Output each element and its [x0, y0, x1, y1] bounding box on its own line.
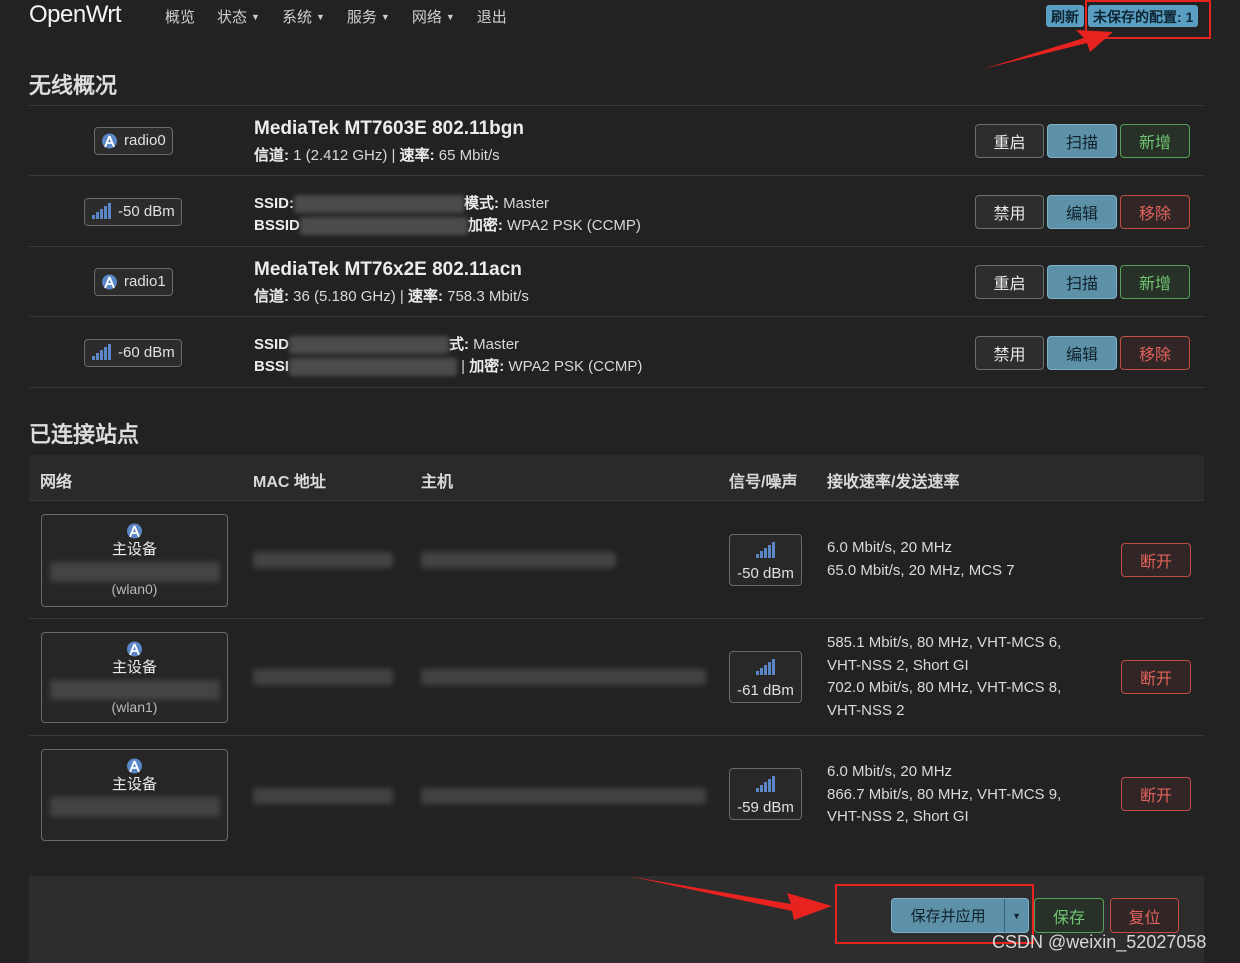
column-header-network: 网络 [40, 474, 73, 491]
radio-row: radio0 MediaTek MT7603E 802.11bgn 信道: 1 … [29, 106, 1204, 176]
disable-button[interactable]: 禁用 [975, 195, 1044, 229]
redacted-ssid [294, 195, 465, 214]
column-header-host: 主机 [421, 474, 454, 491]
edit-button[interactable]: 编辑 [1047, 336, 1117, 370]
rate-info: 585.1 Mbit/s, 80 MHz, VHT-MCS 6, VHT-NSS… [827, 634, 1062, 719]
signal-badge: -50 dBm [84, 197, 182, 226]
restart-button[interactable]: 重启 [975, 265, 1044, 299]
redacted-ssid [49, 680, 220, 700]
menu-network[interactable]: 网络 ▼ [412, 6, 455, 27]
rate-info: 6.0 Mbit/s, 20 MHz 65.0 Mbit/s, 20 MHz, … [827, 539, 1015, 579]
redacted-host [421, 669, 706, 685]
add-button[interactable]: 新增 [1120, 124, 1190, 158]
redacted-ssid [289, 336, 450, 355]
menu-system[interactable]: 系统 ▼ [282, 6, 325, 27]
station-network-badge[interactable]: 主设备 [41, 749, 228, 841]
menu-overview[interactable]: 概览 [165, 6, 195, 27]
wifi-network-row: -60 dBm SSID 式: Master BSSI | 加密: WPA2 PS… [29, 318, 1204, 388]
wifi-radio-icon [127, 523, 142, 539]
signal-badge: -50 dBm [729, 534, 802, 586]
wifi-radio-icon [102, 274, 117, 290]
ssid-line: SSID 式: Master [254, 336, 520, 355]
disconnect-button[interactable]: 断开 [1121, 660, 1191, 694]
radio-title: MediaTek MT7603E 802.11bgn [254, 118, 524, 139]
remove-button[interactable]: 移除 [1120, 336, 1190, 370]
chevron-down-icon: ▼ [445, 12, 455, 22]
redacted-bssid [299, 217, 468, 236]
remove-button[interactable]: 移除 [1120, 195, 1190, 229]
menu-status[interactable]: 状态 ▼ [217, 6, 260, 27]
radio-row: radio1 MediaTek MT76x2E 802.11acn 信道: 36… [29, 247, 1204, 317]
radio-title: MediaTek MT76x2E 802.11acn [254, 259, 522, 280]
station-network-badge[interactable]: 主设备 (wlan0) [41, 514, 228, 607]
redacted-bssid [289, 358, 458, 377]
rate-info: 6.0 Mbit/s, 20 MHz 866.7 Mbit/s, 80 MHz,… [827, 763, 1062, 825]
column-header-mac: MAC 地址 [253, 474, 326, 491]
table-row: 主设备 (wlan1) -61 dBm 585.1 Mbit/s, 80 MHz… [29, 619, 1204, 736]
column-header-rates: 接收速率/发送速率 [827, 474, 960, 491]
radio-badge[interactable]: radio1 [94, 267, 173, 296]
redacted-mac [253, 788, 393, 804]
station-network-badge[interactable]: 主设备 (wlan1) [41, 632, 228, 723]
stations-table-header: 网络 MAC 地址 主机 信号/噪声 接收速率/发送速率 [29, 455, 1204, 501]
redacted-ssid [49, 797, 220, 817]
edit-button[interactable]: 编辑 [1047, 195, 1117, 229]
wifi-network-row: -50 dBm SSID: 模式: Master BSSID 加密: WPA2 PS… [29, 177, 1204, 247]
disable-button[interactable]: 禁用 [975, 336, 1044, 370]
disconnect-button[interactable]: 断开 [1121, 777, 1191, 811]
signal-badge: -60 dBm [84, 338, 182, 367]
scan-button[interactable]: 扫描 [1047, 265, 1117, 299]
restart-button[interactable]: 重启 [975, 124, 1044, 158]
chevron-down-icon: ▼ [315, 12, 325, 22]
chevron-down-icon: ▼ [380, 12, 390, 22]
disconnect-button[interactable]: 断开 [1121, 543, 1191, 577]
signal-badge: -59 dBm [729, 768, 802, 820]
radio-info: 信道: 36 (5.180 GHz) | 速率: 758.3 Mbit/s [254, 288, 529, 305]
add-button[interactable]: 新增 [1120, 265, 1190, 299]
bssid-line: BSSI | 加密: WPA2 PSK (CCMP) [254, 358, 643, 377]
watermark-text: CSDN @weixin_52027058 [992, 932, 1207, 952]
bssid-line: BSSID 加密: WPA2 PSK (CCMP) [254, 217, 641, 236]
column-header-signal: 信号/噪声 [729, 474, 798, 491]
signal-strength-icon [756, 776, 775, 792]
redacted-host [421, 788, 706, 804]
signal-strength-icon [756, 542, 775, 558]
signal-badge: -61 dBm [729, 651, 802, 703]
table-row: 主设备 -59 dBm 6.0 Mbit/s, 20 MHz 866.7 Mbi… [29, 736, 1204, 854]
ssid-line: SSID: 模式: Master [254, 195, 550, 214]
main-menu: 概览 状态 ▼ 系统 ▼ 服务 ▼ 网络 ▼ 退出 [165, 6, 529, 27]
save-button[interactable]: 保存 [1034, 898, 1104, 933]
wifi-radio-icon [102, 133, 117, 149]
refresh-button[interactable]: 刷新 [1046, 5, 1084, 27]
menu-services[interactable]: 服务 ▼ [347, 6, 390, 27]
radio-info: 信道: 1 (2.412 GHz) | 速率: 65 Mbit/s [254, 147, 500, 164]
chevron-down-icon: ▼ [251, 12, 260, 22]
redacted-mac [253, 552, 393, 568]
scan-button[interactable]: 扫描 [1047, 124, 1117, 158]
redacted-mac [253, 669, 393, 685]
signal-strength-icon [756, 659, 775, 675]
highlight-box-unsaved [1085, 0, 1211, 39]
signal-strength-icon [92, 203, 111, 219]
table-row: 主设备 (wlan0) -50 dBm 6.0 Mbit/s, 20 MHz 6… [29, 502, 1204, 619]
radio-badge[interactable]: radio0 [94, 126, 173, 155]
section-title-stations: 已连接站点 [29, 422, 140, 447]
top-navbar: OpenWrt 概览 状态 ▼ 系统 ▼ 服务 ▼ 网络 ▼ 退出 刷新 未保存的配置:… [0, 0, 1240, 36]
redacted-ssid [49, 562, 220, 582]
redacted-host [421, 552, 616, 568]
wifi-radio-icon [127, 641, 142, 657]
wifi-radio-icon [127, 758, 142, 774]
menu-logout[interactable]: 退出 [477, 6, 507, 27]
section-title-wireless: 无线概况 [29, 73, 118, 98]
reset-button[interactable]: 复位 [1110, 898, 1179, 933]
signal-strength-icon [92, 344, 111, 360]
brand-logo[interactable]: OpenWrt [29, 1, 122, 29]
